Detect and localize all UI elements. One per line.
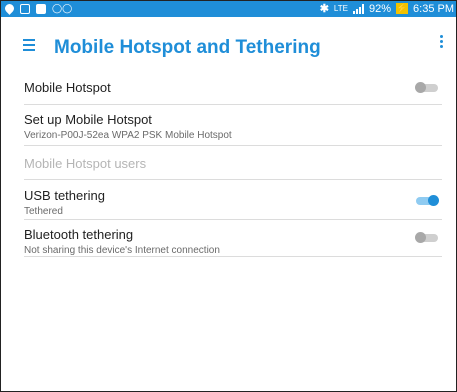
- setting-mobile-hotspot[interactable]: Mobile Hotspot: [24, 77, 442, 105]
- setting-label: Mobile Hotspot: [24, 80, 111, 95]
- notification-icon: [20, 3, 30, 14]
- setting-subtitle: Verizon-P00J-52ea WPA2 PSK Mobile Hotspo…: [24, 130, 232, 141]
- image-icon: [36, 3, 46, 14]
- setting-setup-mobile-hotspot[interactable]: Set up Mobile Hotspot Verizon-P00J-52ea …: [24, 105, 442, 146]
- setting-bluetooth-tethering[interactable]: Bluetooth tethering Not sharing this dev…: [24, 220, 442, 257]
- usb-tethering-toggle[interactable]: [416, 195, 439, 206]
- setting-label: Mobile Hotspot users: [24, 156, 147, 171]
- page-title: Mobile Hotspot and Tethering: [54, 37, 321, 58]
- voicemail-icon: ◯◯: [52, 3, 73, 13]
- status-bar: ◯◯ ✱ LTE 92% ⚡ 6:35 PM: [1, 1, 456, 17]
- setting-label: Set up Mobile Hotspot: [24, 112, 152, 127]
- setting-usb-tethering[interactable]: USB tethering Tethered: [24, 180, 442, 220]
- signal-icon: [353, 3, 364, 14]
- bluetooth-tethering-toggle[interactable]: [415, 232, 438, 243]
- app-bar: Mobile Hotspot and Tethering: [1, 17, 456, 77]
- status-time: 6:35 PM: [413, 2, 454, 15]
- battery-charging-icon: ⚡: [396, 3, 409, 14]
- bluetooth-icon: ✱: [319, 3, 329, 15]
- setting-subtitle: Not sharing this device's Internet conne…: [24, 245, 220, 256]
- mobile-hotspot-toggle[interactable]: [415, 82, 438, 93]
- setting-label: USB tethering: [24, 188, 105, 203]
- battery-percent: 92%: [369, 2, 392, 15]
- hamburger-menu-icon[interactable]: [23, 39, 35, 51]
- location-icon: [3, 2, 16, 15]
- setting-mobile-hotspot-users: Mobile Hotspot users: [24, 146, 442, 180]
- more-options-icon[interactable]: [438, 35, 444, 51]
- screen: ◯◯ ✱ LTE 92% ⚡ 6:35 PM Mobile Hotspot an…: [0, 0, 457, 392]
- network-type-label: LTE: [333, 4, 348, 13]
- setting-subtitle: Tethered: [24, 206, 63, 217]
- setting-label: Bluetooth tethering: [24, 227, 134, 242]
